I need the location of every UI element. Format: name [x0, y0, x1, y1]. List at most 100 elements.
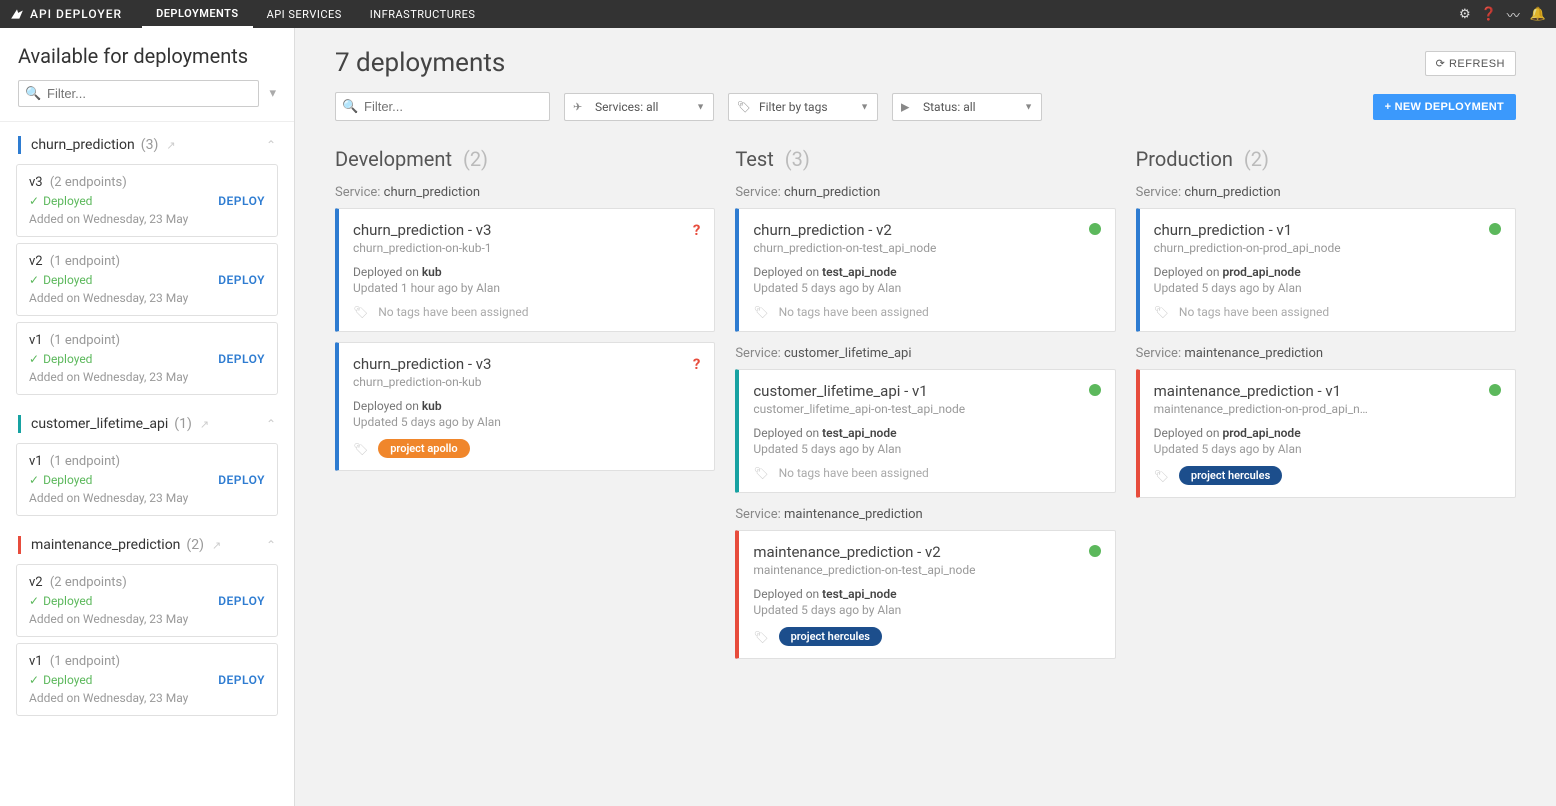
sidebar-filter-input[interactable]	[18, 80, 259, 107]
tag-row: 🏷No tags have been assigned	[353, 305, 700, 319]
deployment-subtitle: churn_prediction-on-kub	[353, 375, 700, 389]
deployment-title: churn_prediction - v3	[353, 221, 700, 239]
gear-icon[interactable]: ⚙	[1459, 7, 1471, 22]
external-link-icon[interactable]: ↗	[166, 139, 175, 152]
main-area: 7 deployments REFRESH 🔍 ✈Services: all 🏷…	[295, 28, 1556, 806]
service-label: Service: churn_prediction	[1136, 185, 1516, 200]
version-card[interactable]: v2 (2 endpoints)✓ DeployedAdded on Wedne…	[16, 564, 278, 637]
deployment-node: Deployed on prod_api_node	[1154, 265, 1501, 279]
deployment-card[interactable]: churn_prediction - v2churn_prediction-on…	[735, 208, 1115, 332]
tag-icon: 🏷	[753, 466, 768, 480]
service-name: churn_prediction	[384, 185, 480, 200]
version-card[interactable]: v3 (2 endpoints)✓ DeployedAdded on Wedne…	[16, 164, 278, 237]
deployment-title: churn_prediction - v2	[753, 221, 1100, 239]
services-dropdown[interactable]: ✈ Services: all	[564, 93, 714, 121]
external-link-icon[interactable]: ↗	[212, 539, 221, 552]
deployment-subtitle: customer_lifetime_api-on-test_api_node	[753, 402, 1100, 416]
sidebar-group-header[interactable]: churn_prediction(3)↗⌃	[16, 122, 278, 164]
color-bar	[18, 136, 21, 154]
endpoint-count: (1 endpoint)	[47, 333, 120, 348]
deployment-card[interactable]: customer_lifetime_api - v1customer_lifet…	[735, 369, 1115, 493]
endpoint-count: (1 endpoint)	[47, 654, 120, 669]
bell-icon[interactable]: 🔔	[1530, 7, 1546, 22]
sidebar-group-header[interactable]: customer_lifetime_api(1)↗⌃	[16, 401, 278, 443]
deploy-button[interactable]: DEPLOY	[218, 194, 265, 208]
service-name: customer_lifetime_api	[784, 346, 911, 361]
refresh-button[interactable]: REFRESH	[1425, 51, 1516, 76]
tag-icon: 🏷	[1154, 305, 1169, 319]
status-question-icon: ?	[693, 221, 700, 239]
sidebar-group-churn_prediction: churn_prediction(3)↗⌃v3 (2 endpoints)✓ D…	[0, 122, 294, 395]
main-filter-input[interactable]	[335, 92, 550, 121]
version-card[interactable]: v1 (1 endpoint)✓ DeployedAdded on Wednes…	[16, 322, 278, 395]
deploy-button[interactable]: DEPLOY	[218, 352, 265, 366]
added-date: Added on Wednesday, 23 May	[29, 212, 265, 226]
version-label: v1	[29, 454, 43, 469]
topbar: API DEPLOYER DEPLOYMENTSAPI SERVICESINFR…	[0, 0, 1556, 28]
service-label: Service: customer_lifetime_api	[735, 346, 1115, 361]
deployment-card[interactable]: ?churn_prediction - v3churn_prediction-o…	[335, 208, 715, 332]
version-card[interactable]: v1 (1 endpoint)✓ DeployedAdded on Wednes…	[16, 443, 278, 516]
chevron-up-icon[interactable]: ⌃	[266, 538, 276, 552]
main-header: 7 deployments REFRESH	[335, 48, 1516, 78]
status-dot-ok	[1489, 384, 1501, 396]
added-date: Added on Wednesday, 23 May	[29, 491, 265, 505]
deployment-node: Deployed on kub	[353, 265, 700, 279]
tag-icon: 🏷	[753, 305, 768, 319]
external-link-icon[interactable]: ↗	[200, 418, 209, 431]
plane-icon: ✈	[573, 100, 582, 113]
deployment-card[interactable]: maintenance_prediction - v2maintenance_p…	[735, 530, 1115, 659]
help-icon[interactable]: ❓	[1481, 7, 1497, 22]
deploy-button[interactable]: DEPLOY	[218, 473, 265, 487]
services-dropdown-label: Services: all	[595, 100, 658, 114]
activity-icon[interactable]: 〰	[1507, 5, 1520, 24]
status-question-icon: ?	[693, 355, 700, 373]
deployment-updated: Updated 5 days ago by Alan	[353, 415, 700, 429]
deployment-node: Deployed on test_api_node	[753, 426, 1100, 440]
filter-icon[interactable]: ▾	[269, 86, 276, 101]
column-count: (3)	[785, 147, 810, 171]
deployment-card[interactable]: churn_prediction - v1churn_prediction-on…	[1136, 208, 1516, 332]
endpoint-count: (2 endpoints)	[47, 575, 127, 590]
service-name: maintenance_prediction	[784, 507, 923, 522]
deployment-node: Deployed on prod_api_node	[1154, 426, 1501, 440]
deployment-updated: Updated 5 days ago by Alan	[1154, 442, 1501, 456]
version-card[interactable]: v1 (1 endpoint)✓ DeployedAdded on Wednes…	[16, 643, 278, 716]
deploy-button[interactable]: DEPLOY	[218, 594, 265, 608]
no-tags-text: No tags have been assigned	[1179, 305, 1329, 319]
new-deployment-button[interactable]: + NEW DEPLOYMENT	[1373, 94, 1516, 120]
brand-logo: API DEPLOYER	[10, 7, 142, 21]
filters-row: 🔍 ✈Services: all 🏷Filter by tags ▶Status…	[335, 92, 1516, 121]
deployment-card[interactable]: maintenance_prediction - v1maintenance_p…	[1136, 369, 1516, 498]
column-title: Test (3)	[735, 147, 1115, 171]
version-card[interactable]: v2 (1 endpoint)✓ DeployedAdded on Wednes…	[16, 243, 278, 316]
nav-infrastructures[interactable]: INFRASTRUCTURES	[356, 0, 490, 28]
status-dot-ok	[1089, 545, 1101, 557]
tags-dropdown[interactable]: 🏷Filter by tags	[728, 93, 878, 121]
check-icon: ✓	[29, 473, 39, 487]
sidebar-group-header[interactable]: maintenance_prediction(2)↗⌃	[16, 522, 278, 564]
deploy-button[interactable]: DEPLOY	[218, 673, 265, 687]
deployment-card[interactable]: ?churn_prediction - v3churn_prediction-o…	[335, 342, 715, 471]
tag-pill[interactable]: project hercules	[779, 627, 882, 646]
deployment-subtitle: maintenance_prediction-on-test_api_node	[753, 563, 1100, 577]
nav-api-services[interactable]: API SERVICES	[253, 0, 356, 28]
check-icon: ✓	[29, 194, 39, 208]
color-bar	[18, 415, 21, 433]
service-label: Service: churn_prediction	[335, 185, 715, 200]
check-icon: ✓	[29, 594, 39, 608]
nav-deployments[interactable]: DEPLOYMENTS	[142, 0, 253, 28]
tag-pill[interactable]: project apollo	[378, 439, 469, 458]
column-count: (2)	[463, 147, 488, 171]
group-name: customer_lifetime_api	[31, 416, 168, 432]
group-count: (3)	[141, 137, 159, 153]
status-dropdown[interactable]: ▶Status: all	[892, 93, 1042, 121]
chevron-up-icon[interactable]: ⌃	[266, 138, 276, 152]
tag-pill[interactable]: project hercules	[1179, 466, 1282, 485]
chevron-up-icon[interactable]: ⌃	[266, 417, 276, 431]
deploy-button[interactable]: DEPLOY	[218, 273, 265, 287]
endpoint-count: (2 endpoints)	[47, 175, 127, 190]
service-name: churn_prediction	[784, 185, 880, 200]
tag-row: 🏷 No tags have been assigned	[1154, 305, 1501, 319]
deployment-title: maintenance_prediction - v1	[1154, 382, 1501, 400]
